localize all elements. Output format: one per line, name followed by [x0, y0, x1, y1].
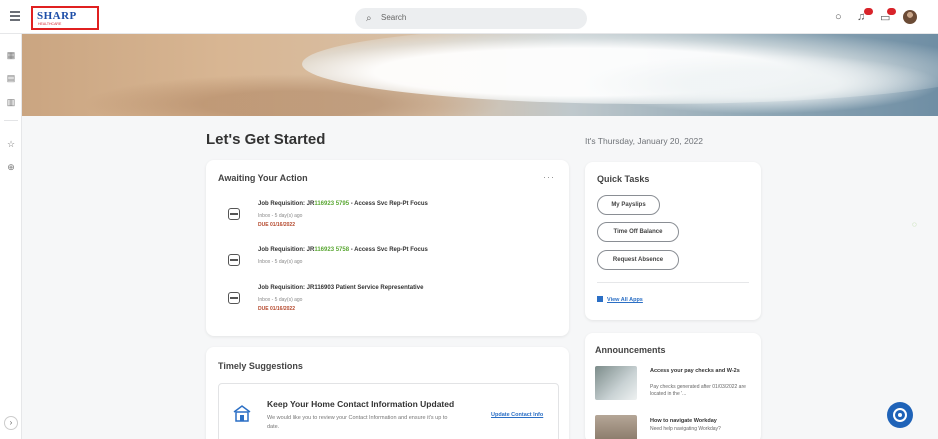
announcement-text: Need help navigating Workday? [650, 426, 721, 432]
inbox-task-icon [228, 208, 240, 220]
request-absence-button[interactable]: Request Absence [597, 250, 679, 270]
logo-subtext: HEALTHCARE [38, 22, 62, 26]
card-title: Awaiting Your Action [218, 173, 308, 183]
time-off-balance-button[interactable]: Time Off Balance [597, 222, 679, 242]
card-title: Announcements [595, 345, 666, 355]
awaiting-action-card: Awaiting Your Action ··· Job Requisition… [206, 160, 569, 336]
announcement-thumbnail[interactable] [595, 366, 637, 400]
announcement-text: Pay checks generated after 01/03/2022 ar… [650, 384, 746, 397]
task-title: Job Requisition: JR116903 Patient Servic… [258, 285, 424, 291]
hero-banner [22, 34, 938, 116]
inbox-task-icon [228, 292, 240, 304]
quick-tasks-card: Quick Tasks My Payslips Time Off Balance… [585, 162, 761, 320]
globe-icon[interactable]: ⊕ [5, 161, 17, 173]
top-bar: SHARP HEALTHCARE ⌕ Search ○ ♫ ▭ [0, 0, 938, 34]
task-title: Job Requisition: JR116923 5795 - Access … [258, 201, 428, 207]
inbox-badge [887, 8, 896, 15]
divider [597, 282, 749, 283]
date-text: It's Thursday, January 20, 2022 [585, 136, 704, 146]
announcement-title[interactable]: Access your pay checks and W-2s [650, 367, 750, 375]
search-bar[interactable]: ⌕ Search [355, 8, 587, 29]
suggestion-text: We would like you to review your Contact… [267, 415, 448, 430]
announcements-card: Announcements Access your pay checks and… [585, 333, 761, 439]
task-due-date: DUE 01/16/2022 [258, 306, 295, 312]
announcement-thumbnail[interactable] [595, 415, 637, 439]
task-item[interactable]: Job Requisition: JR116903 Patient Servic… [228, 284, 558, 324]
chart-icon[interactable]: ▥ [5, 96, 17, 108]
task-meta: Inbox - 5 day(s) ago [258, 297, 303, 303]
star-icon[interactable]: ☆ [5, 138, 17, 150]
view-all-apps-link[interactable]: View All Apps [597, 296, 643, 303]
menu-icon[interactable] [10, 11, 20, 21]
suggestion-item: Keep Your Home Contact Information Updat… [218, 383, 559, 439]
card-title: Quick Tasks [597, 174, 650, 184]
update-contact-info-link[interactable]: Update Contact Info [491, 412, 543, 418]
chat-bubble-icon[interactable]: ○ [835, 11, 842, 23]
suggestion-title: Keep Your Home Contact Information Updat… [267, 399, 455, 409]
help-assistant-button[interactable] [887, 402, 913, 428]
inbox-task-icon [228, 254, 240, 266]
sidebar: ▦ ▤ ▥ ☆ ⊕ › [0, 34, 22, 439]
task-title: Job Requisition: JR116923 5758 - Access … [258, 247, 428, 253]
chevron-right-icon[interactable]: › [4, 416, 18, 430]
search-icon: ⌕ [366, 13, 372, 24]
company-logo[interactable]: SHARP HEALTHCARE [31, 6, 99, 30]
announcement-title[interactable]: How to navigate Workday [650, 417, 750, 425]
house-icon [233, 405, 251, 422]
task-item[interactable]: Job Requisition: JR116923 5758 - Access … [228, 246, 558, 286]
my-payslips-button[interactable]: My Payslips [597, 195, 660, 215]
avatar[interactable] [903, 10, 917, 24]
more-options-icon[interactable]: ··· [543, 172, 555, 182]
apps-icon[interactable]: ▤ [5, 72, 17, 84]
dashboard-icon[interactable]: ▦ [5, 49, 17, 61]
timely-suggestions-card: Timely Suggestions Keep Your Home Contac… [206, 347, 569, 439]
grid-icon [597, 296, 603, 302]
card-title: Timely Suggestions [218, 361, 303, 371]
sidebar-divider [4, 120, 18, 121]
task-due-date: DUE 01/16/2022 [258, 222, 295, 228]
logo-text: SHARP [37, 10, 77, 22]
task-meta: Inbox - 5 day(s) ago [258, 259, 303, 265]
notifications-badge [864, 8, 873, 15]
task-item[interactable]: Job Requisition: JR116923 5795 - Access … [228, 200, 558, 240]
page-title: Let's Get Started [206, 131, 326, 148]
search-placeholder: Search [381, 13, 407, 22]
task-meta: Inbox - 5 day(s) ago [258, 213, 303, 219]
feedback-icon[interactable]: ◌ [912, 220, 922, 232]
